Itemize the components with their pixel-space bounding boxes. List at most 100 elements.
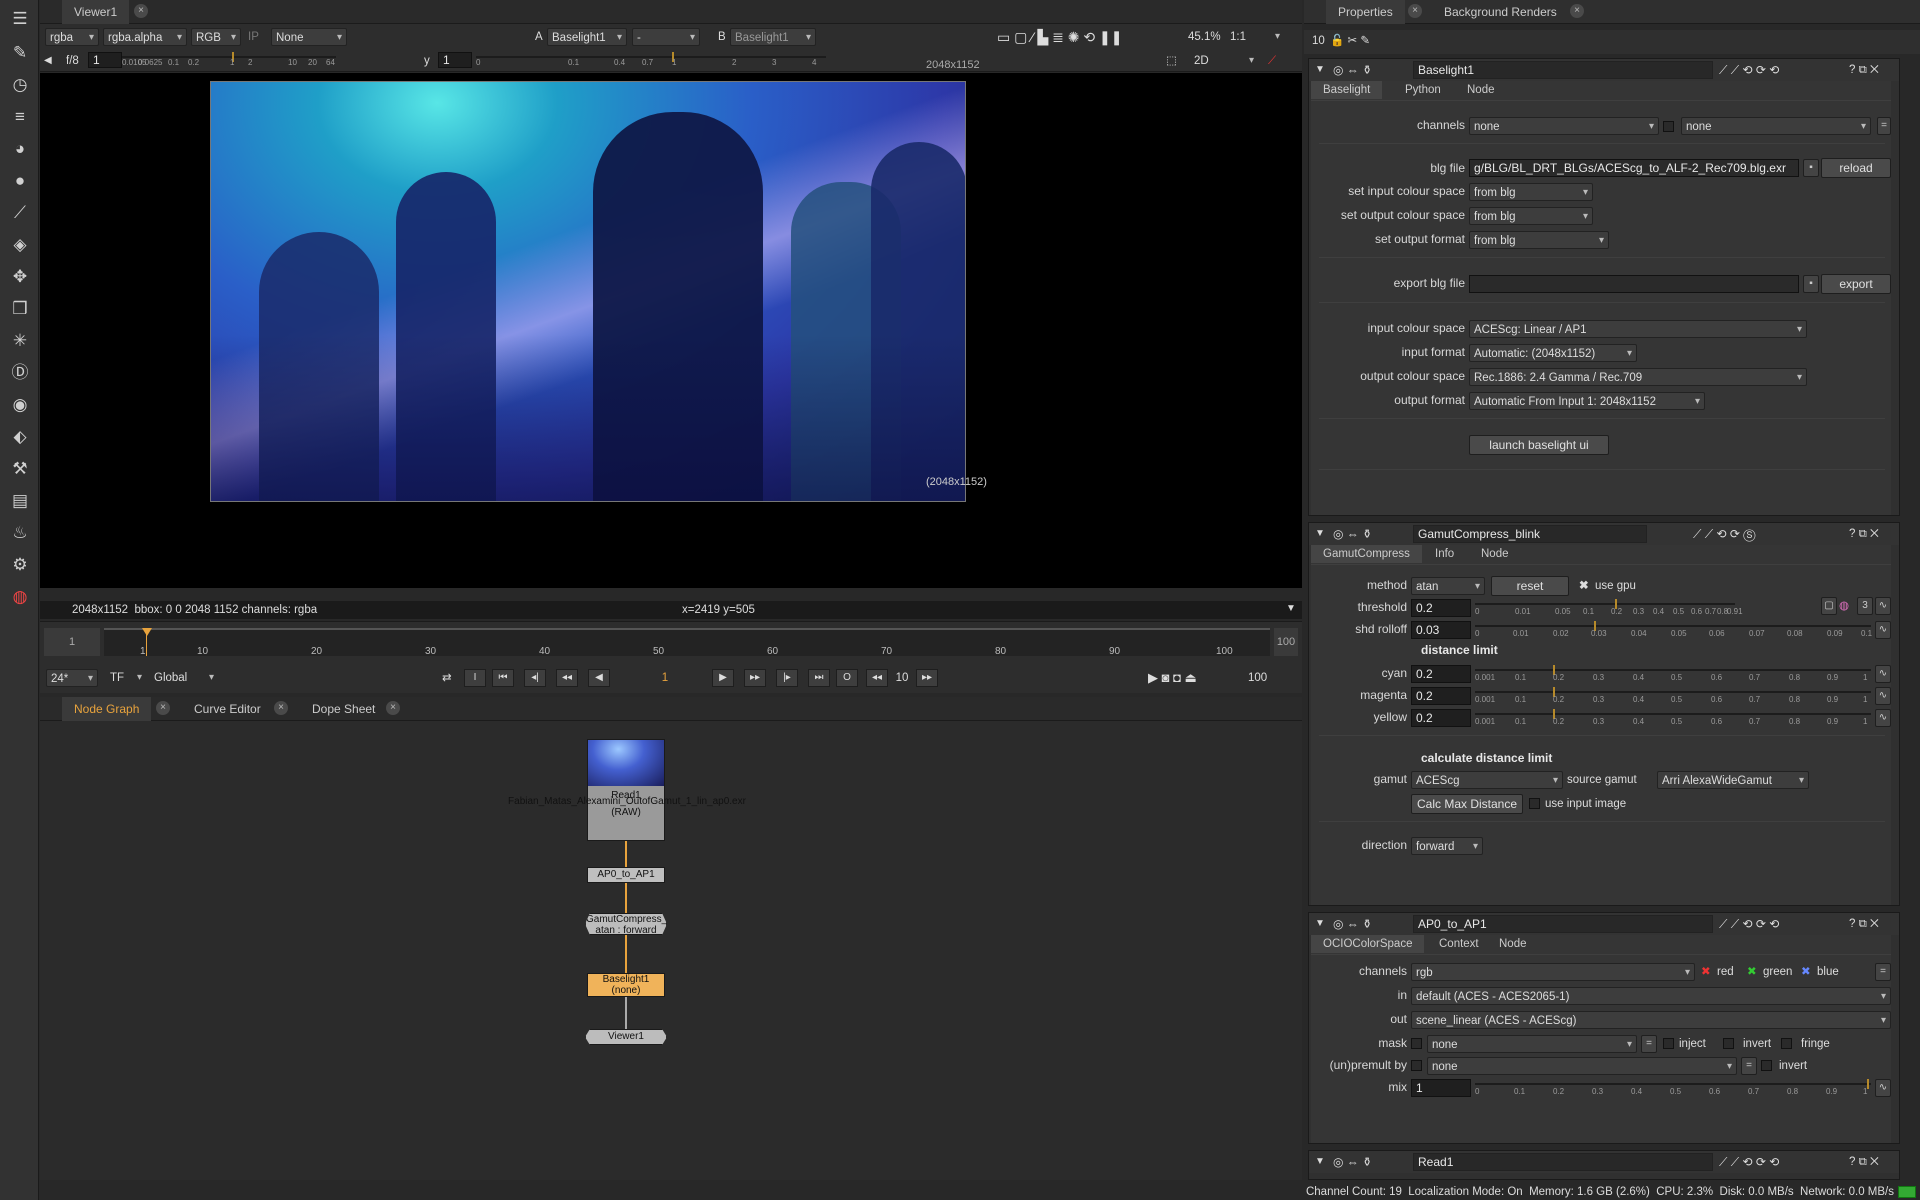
timeline-end[interactable]: 100 bbox=[1274, 628, 1298, 656]
panel-node-icons[interactable]: ◎ ⇔ ⚱ bbox=[1333, 61, 1372, 79]
go-end-button[interactable]: ⏭ bbox=[808, 669, 830, 687]
mix-slider[interactable]: 0 0.1 0.2 0.3 0.4 0.5 0.6 0.7 0.8 0.9 1 bbox=[1475, 1075, 1871, 1097]
roi-icon[interactable]: ⬚ bbox=[1166, 52, 1177, 70]
red-checkbox[interactable]: ✖ bbox=[1701, 963, 1711, 981]
gamma-slider[interactable]: 0 0.1 0.4 0.7 1 2 3 4 bbox=[476, 48, 826, 70]
gamut-compress-node[interactable]: GamutCompress_blink atan : forward bbox=[585, 913, 667, 935]
tab-curve-editor[interactable]: Curve Editor bbox=[182, 697, 273, 721]
fringe-checkbox[interactable] bbox=[1781, 1038, 1792, 1049]
color-wheel-icon[interactable]: ◍ bbox=[9, 586, 31, 608]
gamut-name-input[interactable]: GamutCompress_blink bbox=[1413, 525, 1647, 543]
ocio-channels-select[interactable]: rgb bbox=[1411, 963, 1695, 981]
gain-slider[interactable]: 0.0105 0.0625 0.1 0.2 1 2 10 20 64 bbox=[122, 48, 336, 70]
view-mode-dropdown[interactable]: 2D bbox=[1190, 52, 1258, 70]
tab-ociocolorspace[interactable]: OCIOColorSpace bbox=[1311, 935, 1425, 953]
green-checkbox[interactable]: ✖ bbox=[1747, 963, 1757, 981]
panel-action-icons[interactable]: ⟋ ⟋ ⟲ ⟳ ⟲ bbox=[1719, 1153, 1779, 1171]
ip-button[interactable]: IP bbox=[248, 28, 259, 46]
tf-dropdown[interactable]: TF bbox=[106, 669, 146, 687]
pen-icon[interactable]: ✎ bbox=[9, 42, 31, 64]
playhead-icon[interactable] bbox=[142, 628, 152, 636]
sparkle-icon[interactable]: ✳ bbox=[9, 330, 31, 352]
premult-link-button[interactable]: = bbox=[1741, 1057, 1757, 1075]
prev-key-button[interactable]: ◂| bbox=[524, 669, 546, 687]
tab-context[interactable]: Context bbox=[1427, 935, 1491, 953]
use-gpu-checkbox[interactable]: ✖ bbox=[1579, 577, 1589, 595]
mix-input[interactable]: 1 bbox=[1411, 1079, 1471, 1097]
close-icon[interactable]: × bbox=[1408, 4, 1422, 18]
tab-properties[interactable]: Properties bbox=[1326, 0, 1405, 24]
viewer-node[interactable]: Viewer1 bbox=[585, 1029, 667, 1045]
method-select[interactable]: atan bbox=[1411, 577, 1485, 595]
curve-icon[interactable]: ∿ bbox=[1875, 597, 1891, 615]
read-name-input[interactable]: Read1 bbox=[1413, 1153, 1713, 1171]
panel-window-icons[interactable]: ? ⧉ ✕ bbox=[1849, 915, 1879, 933]
ocio-out-select[interactable]: scene_linear (ACES - ACEScg) bbox=[1411, 1011, 1891, 1029]
collapse-icon[interactable]: ▼ bbox=[1315, 915, 1325, 933]
tab-dope-sheet[interactable]: Dope Sheet bbox=[300, 697, 387, 721]
channels-select[interactable]: none bbox=[1469, 117, 1659, 135]
panel-node-icons[interactable]: ◎ ⇔ ⚱ bbox=[1333, 1153, 1372, 1171]
a-input-dropdown[interactable]: Baselight1 bbox=[547, 28, 627, 46]
close-icon[interactable]: × bbox=[1570, 4, 1584, 18]
tab-python[interactable]: Python bbox=[1393, 81, 1453, 99]
premult-select[interactable]: none bbox=[1427, 1057, 1737, 1075]
blg-file-input[interactable]: g/BLG/BL_DRT_BLGs/ACEScg_to_ALF-2_Rec709… bbox=[1469, 159, 1799, 177]
mask-link-button[interactable]: = bbox=[1641, 1035, 1657, 1053]
step-value[interactable]: 10 bbox=[890, 669, 914, 687]
loop-icon[interactable]: ⇄ bbox=[442, 669, 452, 687]
collapse-icon[interactable]: ▼ bbox=[1315, 525, 1325, 543]
fps-dropdown[interactable]: 24* bbox=[46, 669, 98, 687]
curve-icon[interactable]: ∿ bbox=[1875, 665, 1891, 683]
timeline-scrubber[interactable] bbox=[104, 628, 1270, 656]
ap0-to-ap1-node[interactable]: AP0_to_AP1 bbox=[587, 867, 665, 883]
output-cs-select[interactable]: Rec.1886: 2.4 Gamma / Rec.709 bbox=[1469, 368, 1807, 386]
b-input-dropdown[interactable]: Baselight1 bbox=[730, 28, 816, 46]
cube-icon[interactable]: ❒ bbox=[9, 298, 31, 320]
prev-icon[interactable]: ◀ bbox=[44, 52, 52, 70]
launch-baselight-button[interactable]: launch baselight ui bbox=[1469, 435, 1609, 455]
panel-window-icons[interactable]: ? ⧉ ✕ bbox=[1849, 61, 1879, 79]
invert-premult-checkbox[interactable] bbox=[1761, 1060, 1772, 1071]
channels-select-2[interactable]: none bbox=[1681, 117, 1871, 135]
play-backward-button[interactable]: ◀ bbox=[588, 669, 610, 687]
in-point-button[interactable]: I bbox=[464, 669, 486, 687]
close-icon[interactable]: × bbox=[386, 701, 400, 715]
compare-mode-dropdown[interactable]: - bbox=[632, 28, 700, 46]
circle-icon[interactable]: ● bbox=[9, 170, 31, 192]
brush-icon[interactable]: ⟋ bbox=[9, 202, 31, 224]
set-input-cs-select[interactable]: from blg bbox=[1469, 183, 1593, 201]
curve-icon[interactable]: ∿ bbox=[1875, 709, 1891, 727]
input-format-select[interactable]: Automatic: (2048x1152) bbox=[1469, 344, 1637, 362]
tab-node[interactable]: Node bbox=[1455, 81, 1507, 99]
colorspace-dropdown[interactable]: RGB bbox=[191, 28, 241, 46]
layers-icon[interactable]: ◈ bbox=[9, 234, 31, 256]
tab-baselight[interactable]: Baselight bbox=[1311, 81, 1383, 99]
tag-icon[interactable]: ⬖ bbox=[9, 426, 31, 448]
tab-node[interactable]: Node bbox=[1487, 935, 1539, 953]
panel-node-icons[interactable]: ◎ ⇔ ⚱ bbox=[1333, 525, 1372, 543]
play-forward-button[interactable]: ▶ bbox=[712, 669, 734, 687]
ocio-in-select[interactable]: default (ACES - ACES2065-1) bbox=[1411, 987, 1891, 1005]
blue-checkbox[interactable]: ✖ bbox=[1801, 963, 1811, 981]
tab-node-graph[interactable]: Node Graph bbox=[62, 697, 152, 721]
go-start-button[interactable]: ⏮ bbox=[492, 669, 514, 687]
folder-icon[interactable]: ▪ bbox=[1803, 275, 1819, 293]
curve-icon[interactable]: ∿ bbox=[1875, 621, 1891, 639]
source-gamut-select[interactable]: Arri AlexaWideGamut bbox=[1657, 771, 1809, 789]
viewer-canvas[interactable]: 2048x1152 (2048x1152) bbox=[40, 59, 1302, 588]
pin-icon[interactable]: ⟋ bbox=[1268, 52, 1276, 70]
tab-info[interactable]: Info bbox=[1423, 545, 1466, 563]
threshold-input[interactable]: 0.2 bbox=[1411, 599, 1471, 617]
cyan-input[interactable]: 0.2 bbox=[1411, 665, 1471, 683]
next-key-button[interactable]: |▸ bbox=[776, 669, 798, 687]
properties-tool-icons[interactable]: 🔓 ✂ ✎ bbox=[1330, 32, 1370, 50]
link-button[interactable]: = bbox=[1875, 963, 1891, 981]
premult-checkbox[interactable] bbox=[1411, 1060, 1422, 1071]
set-output-cs-select[interactable]: from blg bbox=[1469, 207, 1593, 225]
lut-dropdown[interactable]: None bbox=[271, 28, 347, 46]
reload-button[interactable]: reload bbox=[1821, 158, 1891, 178]
timeline-options-icons[interactable]: ▶ ◙ ◘ ⏏ bbox=[1148, 669, 1197, 687]
range-dropdown[interactable]: Global bbox=[150, 669, 218, 687]
gamut-select[interactable]: ACEScg bbox=[1411, 771, 1563, 789]
